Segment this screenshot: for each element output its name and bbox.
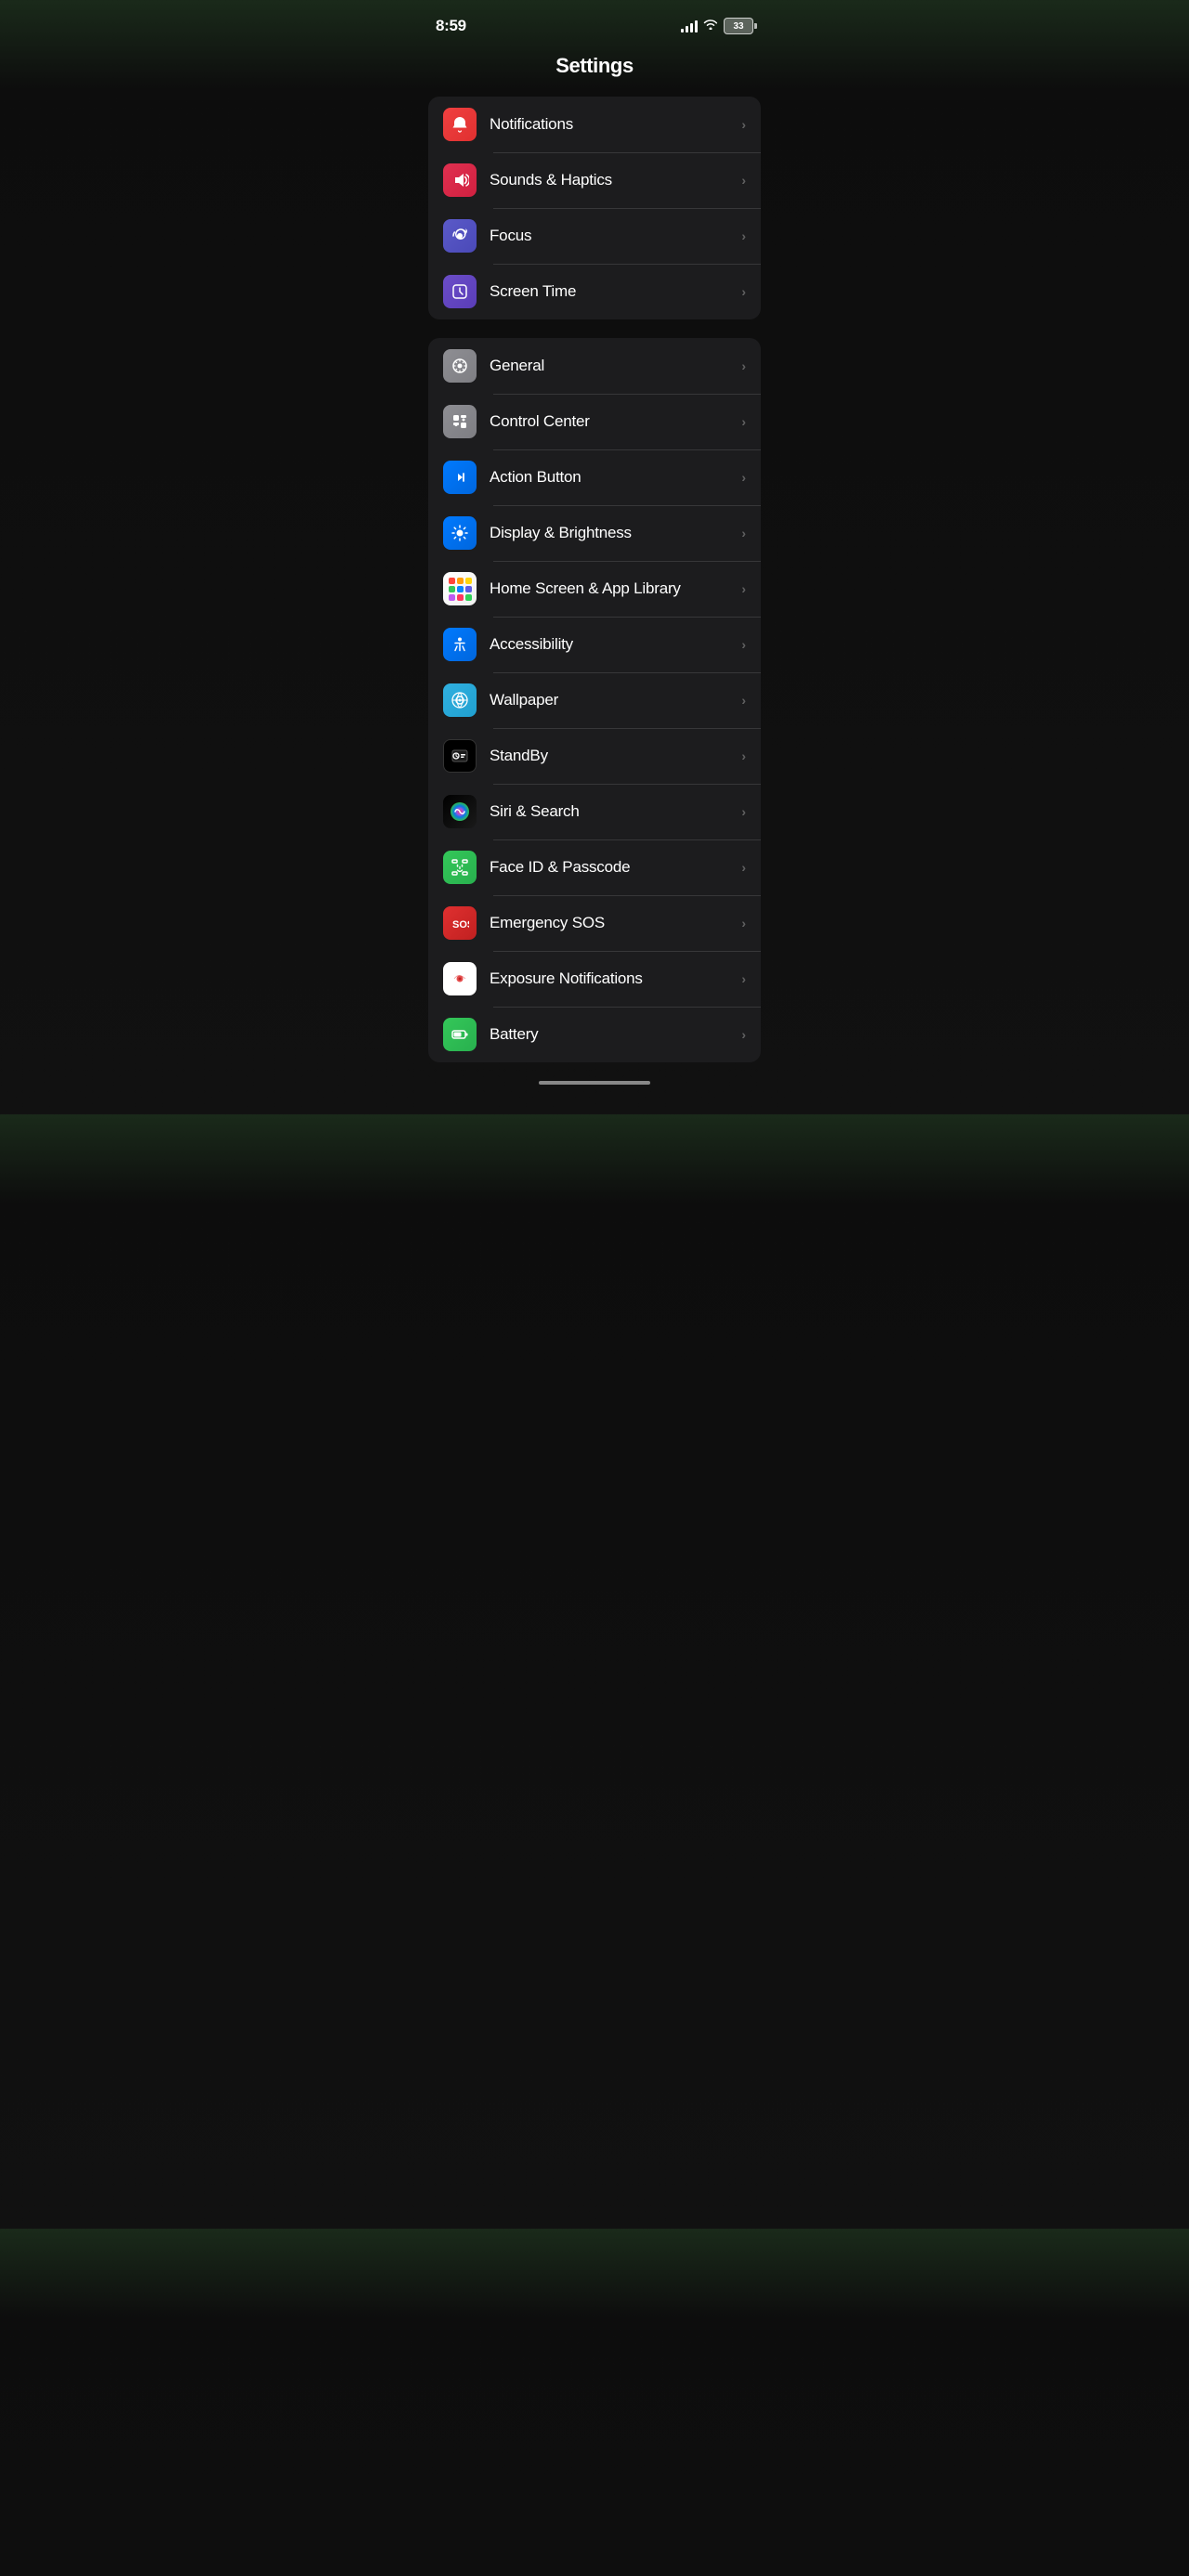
settings-item-siri[interactable]: Siri & Search › [428, 784, 761, 839]
displaybrightness-icon [443, 516, 477, 550]
homescreen-label: Home Screen & App Library [490, 579, 741, 598]
settings-item-displaybrightness[interactable]: Display & Brightness › [428, 505, 761, 561]
settings-item-battery[interactable]: Battery › [428, 1007, 761, 1062]
actionbutton-chevron: › [741, 470, 746, 485]
focus-icon [443, 219, 477, 253]
general-label: General [490, 357, 741, 375]
notifications-chevron: › [741, 117, 746, 132]
settings-item-homescreen[interactable]: Home Screen & App Library › [428, 561, 761, 617]
general-chevron: › [741, 358, 746, 373]
faceid-chevron: › [741, 860, 746, 875]
wallpaper-label: Wallpaper [490, 691, 741, 709]
screentime-icon [443, 275, 477, 308]
battery-label: Battery [490, 1025, 741, 1044]
status-icons: 33 [681, 18, 753, 34]
settings-section-1: Notifications › Sounds & Haptics › Focus [428, 97, 761, 319]
displaybrightness-label: Display & Brightness [490, 524, 741, 542]
controlcenter-chevron: › [741, 414, 746, 429]
faceid-label: Face ID & Passcode [490, 858, 741, 877]
standby-label: StandBy [490, 747, 741, 765]
general-icon [443, 349, 477, 383]
screentime-label: Screen Time [490, 282, 741, 301]
settings-item-actionbutton[interactable]: Action Button › [428, 449, 761, 505]
actionbutton-icon [443, 461, 477, 494]
settings-item-notifications[interactable]: Notifications › [428, 97, 761, 152]
settings-item-screentime[interactable]: Screen Time › [428, 264, 761, 319]
settings-item-accessibility[interactable]: Accessibility › [428, 617, 761, 672]
signal-bars-icon [681, 20, 698, 33]
emergencysos-chevron: › [741, 916, 746, 930]
emergencysos-label: Emergency SOS [490, 914, 741, 932]
wallpaper-icon [443, 683, 477, 717]
siri-chevron: › [741, 804, 746, 819]
controlcenter-label: Control Center [490, 412, 741, 431]
scroll-indicator [539, 1081, 650, 1085]
settings-item-standby[interactable]: StandBy › [428, 728, 761, 784]
settings-item-focus[interactable]: Focus › [428, 208, 761, 264]
status-bar: 8:59 33 [413, 0, 776, 46]
homescreen-grid-icon [449, 578, 472, 601]
settings-section-2: General › Control Center › Action Button… [428, 338, 761, 1062]
accessibility-label: Accessibility [490, 635, 741, 654]
siri-label: Siri & Search [490, 802, 741, 821]
settings-item-wallpaper[interactable]: Wallpaper › [428, 672, 761, 728]
accessibility-icon [443, 628, 477, 661]
sounds-icon [443, 163, 477, 197]
sounds-label: Sounds & Haptics [490, 171, 741, 189]
homescreen-chevron: › [741, 581, 746, 596]
notifications-label: Notifications [490, 115, 741, 134]
homescreen-icon [443, 572, 477, 605]
settings-item-emergencysos[interactable]: SOS Emergency SOS › [428, 895, 761, 951]
displaybrightness-chevron: › [741, 526, 746, 540]
controlcenter-icon [443, 405, 477, 438]
sounds-chevron: › [741, 173, 746, 188]
status-time: 8:59 [436, 17, 466, 35]
focus-chevron: › [741, 228, 746, 243]
notifications-icon [443, 108, 477, 141]
settings-item-exposure[interactable]: Exposure Notifications › [428, 951, 761, 1007]
screentime-chevron: › [741, 284, 746, 299]
standby-chevron: › [741, 748, 746, 763]
actionbutton-label: Action Button [490, 468, 741, 487]
accessibility-chevron: › [741, 637, 746, 652]
siri-icon [443, 795, 477, 828]
battery-icon: 33 [724, 18, 753, 34]
exposure-label: Exposure Notifications [490, 969, 741, 988]
settings-item-controlcenter[interactable]: Control Center › [428, 394, 761, 449]
settings-item-general[interactable]: General › [428, 338, 761, 394]
wallpaper-chevron: › [741, 693, 746, 708]
settings-item-faceid[interactable]: Face ID & Passcode › [428, 839, 761, 895]
battery-settings-icon [443, 1018, 477, 1051]
standby-icon [443, 739, 477, 773]
exposure-chevron: › [741, 971, 746, 986]
settings-item-sounds[interactable]: Sounds & Haptics › [428, 152, 761, 208]
faceid-icon [443, 851, 477, 884]
emergencysos-icon: SOS [443, 906, 477, 940]
svg-text:SOS: SOS [452, 919, 469, 930]
focus-label: Focus [490, 227, 741, 245]
battery-chevron: › [741, 1027, 746, 1042]
exposure-icon [443, 962, 477, 995]
battery-level: 33 [733, 21, 743, 32]
page-title: Settings [413, 46, 776, 97]
wifi-icon [703, 18, 718, 34]
